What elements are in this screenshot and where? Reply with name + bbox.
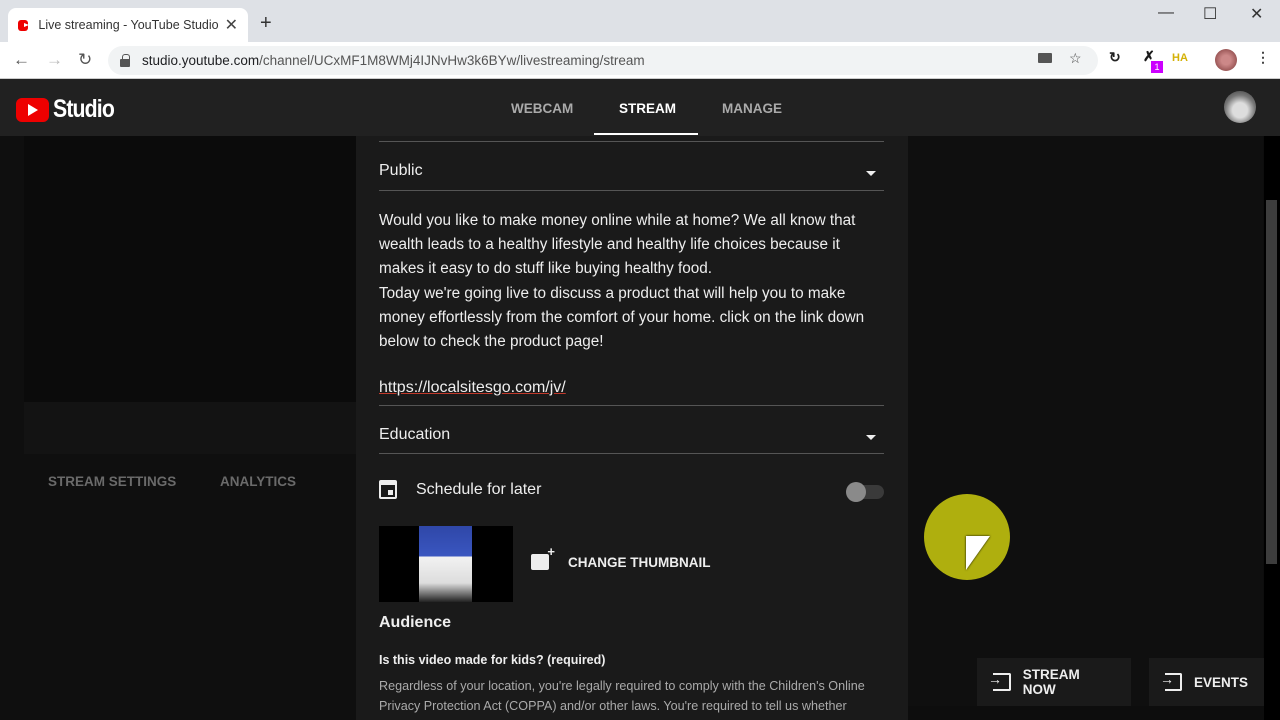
- ha-extension-icon[interactable]: HA: [1172, 52, 1188, 64]
- enter-icon: [988, 671, 1011, 691]
- events-label: EVENTS: [1193, 674, 1248, 690]
- visibility-select[interactable]: Public: [379, 162, 884, 191]
- studio-logo[interactable]: Studio: [16, 95, 125, 124]
- visibility-value: Public: [379, 162, 423, 179]
- schedule-label: Schedule for later: [416, 480, 542, 498]
- new-tab-button[interactable]: +: [260, 12, 272, 35]
- audience-heading: Audience: [379, 614, 452, 631]
- youtube-play-icon: [16, 97, 49, 122]
- change-thumbnail-button[interactable]: CHANGE THUMBNAIL: [531, 544, 711, 570]
- profile-avatar[interactable]: [1215, 49, 1237, 71]
- link-field[interactable]: https://localsitesgo.com/jv/: [379, 379, 884, 406]
- minimize-button[interactable]: —: [1158, 4, 1174, 22]
- right-pane-inner: [908, 136, 1263, 706]
- events-button[interactable]: EVENTS: [1149, 658, 1264, 706]
- schedule-toggle[interactable]: [846, 482, 884, 502]
- caret-down-icon: [866, 435, 876, 440]
- change-thumbnail-label: CHANGE THUMBNAIL: [568, 554, 711, 570]
- toggle-knob: [846, 482, 866, 502]
- maximize-button[interactable]: ☐: [1203, 4, 1217, 24]
- mouse-cursor-icon: [966, 536, 990, 570]
- address-bar-row: ← → ↻ studio.youtube.com/channel/UCxMF1M…: [0, 42, 1280, 79]
- stream-now-label: STREAM NOW: [1022, 667, 1080, 697]
- category-select[interactable]: Education: [379, 426, 884, 454]
- lock-icon: [120, 53, 130, 67]
- tab-close-icon[interactable]: ✕: [225, 15, 238, 35]
- kids-question: Is this video made for kids? (required): [379, 653, 606, 667]
- tab-title: Live streaming - YouTube Studio: [38, 18, 219, 32]
- preview-info-bar: [24, 402, 356, 454]
- stream-now-button[interactable]: STREAM NOW: [977, 658, 1131, 706]
- stream-preview-pane: STREAM SETTINGS ANALYTICS: [0, 136, 356, 720]
- tab-analytics[interactable]: ANALYTICS: [220, 474, 296, 489]
- reload-button[interactable]: ↻: [78, 50, 92, 70]
- browser-tab-strip: Live streaming - YouTube Studio ✕ + — ☐ …: [0, 0, 1280, 42]
- enter-icon: [1160, 671, 1182, 691]
- video-preview: [24, 136, 356, 402]
- product-box-image: [419, 526, 472, 602]
- coppa-text: Regardless of your location, you're lega…: [379, 679, 865, 713]
- studio-header: Studio WEBCAM STREAM MANAGE: [0, 79, 1280, 136]
- url-input[interactable]: studio.youtube.com/channel/UCxMF1M8WMj4I…: [108, 46, 1098, 75]
- schedule-row: Schedule for later: [379, 480, 541, 499]
- description-textarea[interactable]: Would you like to make money online whil…: [379, 209, 884, 354]
- active-tab-indicator: [594, 133, 698, 135]
- tab-stream[interactable]: STREAM: [619, 101, 676, 116]
- link-text: https://localsitesgo.com/jv/: [379, 379, 566, 396]
- add-photo-icon: [531, 544, 555, 570]
- browser-tab[interactable]: Live streaming - YouTube Studio ✕: [8, 8, 248, 42]
- youtube-favicon-icon: [18, 19, 30, 31]
- browser-menu-icon[interactable]: ⋮: [1256, 49, 1270, 66]
- logo-text: Studio: [53, 95, 115, 123]
- scrollbar-thumb[interactable]: [1266, 200, 1277, 564]
- caret-down-icon: [866, 171, 876, 176]
- stream-info-form: Public Would you like to make money onli…: [356, 136, 908, 720]
- forward-button[interactable]: →: [46, 50, 63, 70]
- thumbnail-image: [379, 526, 513, 602]
- tab-manage[interactable]: MANAGE: [722, 101, 782, 116]
- star-icon[interactable]: ☆: [1069, 50, 1082, 67]
- calendar-icon: [379, 480, 397, 499]
- close-window-button[interactable]: ✕: [1250, 4, 1263, 24]
- tab-webcam[interactable]: WEBCAM: [511, 101, 573, 116]
- sync-extension-icon[interactable]: ↻: [1109, 49, 1121, 66]
- category-value: Education: [379, 426, 451, 443]
- camera-icon[interactable]: [1038, 53, 1052, 63]
- channel-avatar[interactable]: [1224, 91, 1256, 123]
- tab-stream-settings[interactable]: STREAM SETTINGS: [48, 474, 176, 489]
- back-button[interactable]: ←: [13, 50, 30, 70]
- url-text: studio.youtube.com/channel/UCxMF1M8WMj4I…: [142, 53, 645, 68]
- extension-badge: 1: [1151, 61, 1163, 73]
- previous-field-underline: [379, 136, 884, 142]
